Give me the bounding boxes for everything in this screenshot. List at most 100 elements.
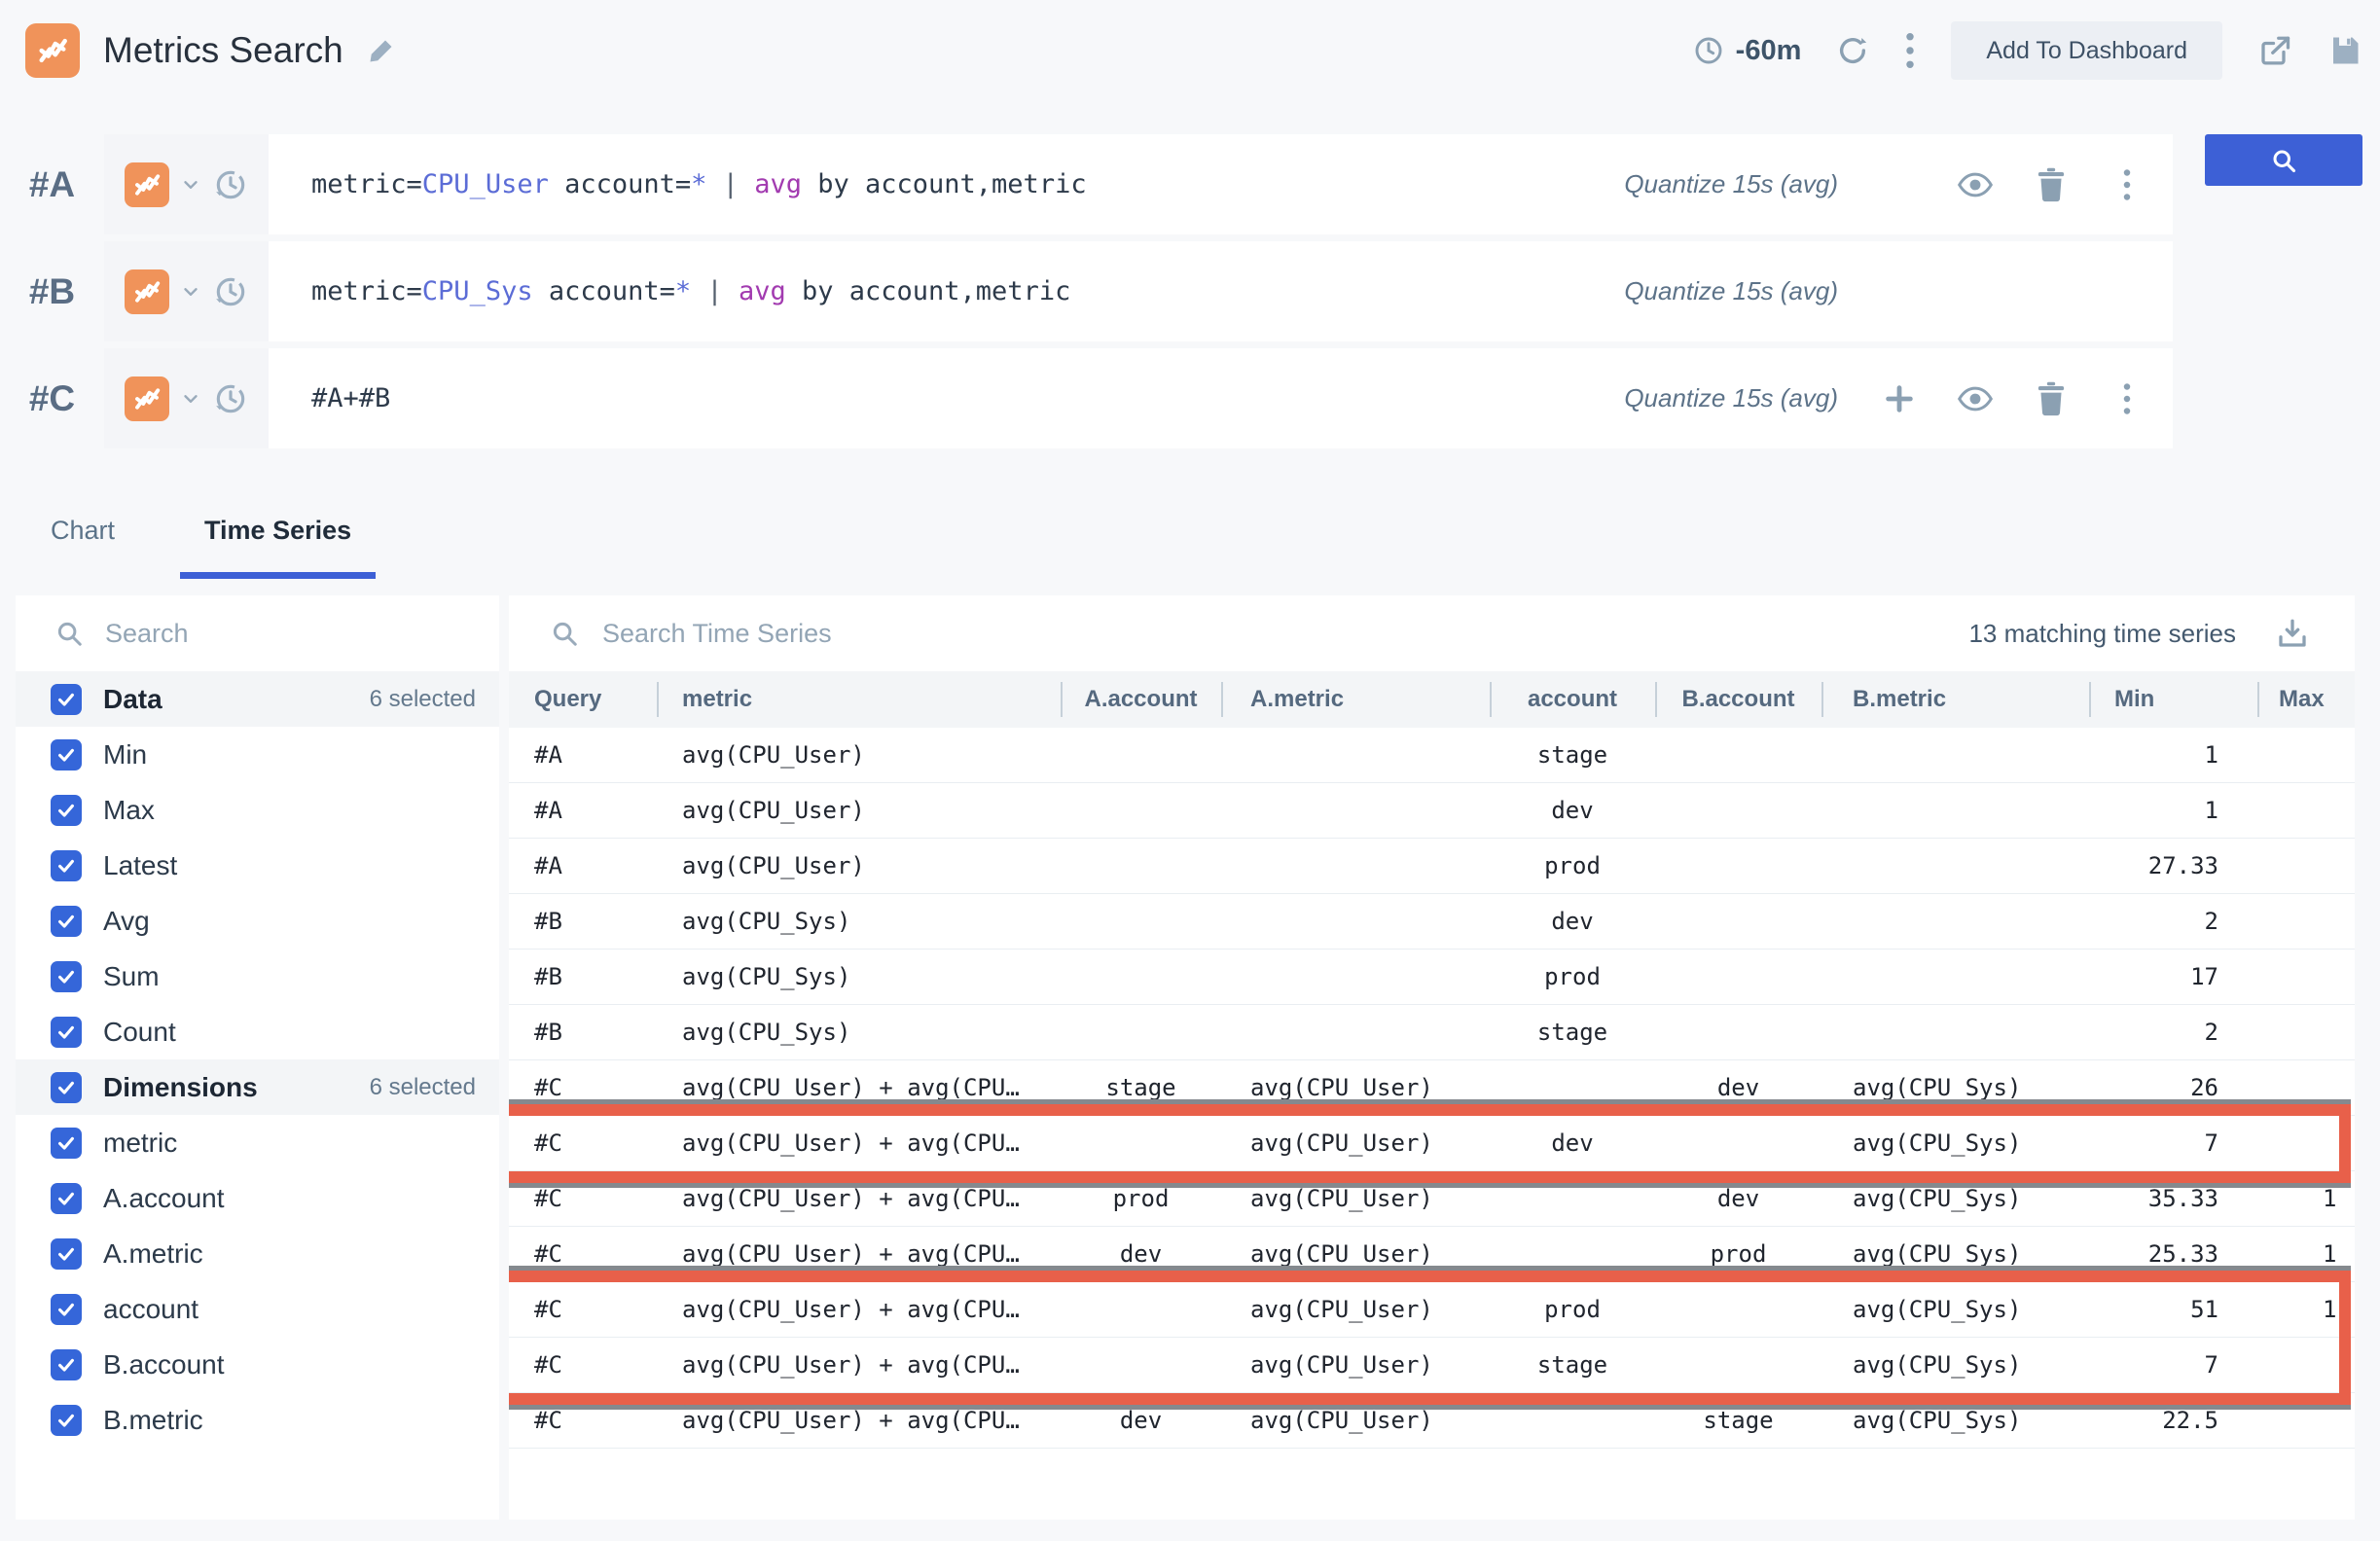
- column-header-a-account[interactable]: A.account: [1061, 671, 1221, 728]
- table-row[interactable]: #Aavg(CPU_User)prod27.33: [509, 839, 2355, 894]
- metrics-query-type-icon[interactable]: [125, 162, 169, 207]
- quantize-history-icon[interactable]: [212, 166, 249, 203]
- quantize-setting[interactable]: Quantize 15s (avg): [1624, 383, 1838, 413]
- table-cell: avg(CPU_User) + avg(CPU…: [657, 1351, 1061, 1379]
- refresh-icon[interactable]: [1836, 34, 1869, 67]
- table-cell: avg(CPU_User) + avg(CPU…: [657, 1407, 1061, 1434]
- table-row[interactable]: #Cavg(CPU_User) + avg(CPU…prodavg(CPU_Us…: [509, 1171, 2355, 1227]
- share-icon[interactable]: [2257, 33, 2292, 68]
- sidebar-item-account[interactable]: account: [16, 1281, 499, 1337]
- sidebar-item-b-account[interactable]: B.account: [16, 1337, 499, 1392]
- sidebar-sections: Data6 selectedMinMaxLatestAvgSumCountDim…: [16, 671, 499, 1448]
- table-row[interactable]: #Bavg(CPU_Sys)dev2: [509, 894, 2355, 950]
- checkbox-checked[interactable]: [51, 906, 82, 937]
- checkbox-checked[interactable]: [51, 961, 82, 992]
- checkbox-checked[interactable]: [51, 739, 82, 770]
- download-icon[interactable]: [2275, 616, 2310, 651]
- chevron-down-icon[interactable]: [180, 388, 201, 410]
- checkbox-checked[interactable]: [51, 1128, 82, 1159]
- checkbox-checked[interactable]: [51, 1294, 82, 1325]
- add-to-dashboard-button[interactable]: Add To Dashboard: [1951, 21, 2222, 80]
- table-cell: avg(CPU_Sys): [1821, 1185, 2089, 1212]
- table-row[interactable]: #Cavg(CPU_User) + avg(CPU…devavg(CPU_Use…: [509, 1393, 2355, 1449]
- table-cell: avg(CPU_User): [1221, 1240, 1490, 1268]
- query-expression[interactable]: metric=CPU_User account=* | avg by accou…: [311, 169, 1624, 199]
- quantize-history-icon[interactable]: [212, 273, 249, 310]
- checkbox-checked[interactable]: [51, 850, 82, 881]
- column-header-b-metric[interactable]: B.metric: [1821, 671, 2089, 728]
- run-search-button[interactable]: [2205, 134, 2362, 186]
- time-range-picker[interactable]: -60m: [1693, 35, 1802, 67]
- sidebar-item-count[interactable]: Count: [16, 1004, 499, 1059]
- chevron-down-icon[interactable]: [180, 174, 201, 196]
- kebab-icon[interactable]: [2109, 380, 2146, 417]
- eye-icon[interactable]: [1957, 166, 1994, 203]
- sidebar-section-header: Data6 selected: [16, 671, 499, 727]
- sidebar-search-input[interactable]: [105, 619, 426, 649]
- table-row[interactable]: #Cavg(CPU_User) + avg(CPU…avg(CPU_User)s…: [509, 1338, 2355, 1393]
- save-icon[interactable]: [2327, 33, 2362, 68]
- table-cell: stage: [1655, 1407, 1821, 1434]
- tab-time-series[interactable]: Time Series: [204, 516, 351, 579]
- sidebar-item-sum[interactable]: Sum: [16, 949, 499, 1004]
- chevron-down-icon[interactable]: [180, 281, 201, 303]
- checkbox-checked[interactable]: [51, 1017, 82, 1048]
- clock-icon: [1693, 35, 1724, 66]
- query-expression[interactable]: metric=CPU_Sys account=* | avg by accoun…: [311, 276, 1624, 306]
- table-row[interactable]: #Cavg(CPU_User) + avg(CPU…avg(CPU_User)d…: [509, 1116, 2355, 1171]
- table-row[interactable]: #Cavg(CPU_User) + avg(CPU…devavg(CPU_Use…: [509, 1227, 2355, 1282]
- sidebar-item-a-account[interactable]: A.account: [16, 1170, 499, 1226]
- query-segment: CPU_Sys: [422, 276, 533, 306]
- sidebar-item-metric[interactable]: metric: [16, 1115, 499, 1170]
- kebab-icon[interactable]: [2109, 166, 2146, 203]
- checkbox-checked[interactable]: [51, 1238, 82, 1270]
- column-header-query[interactable]: Query: [509, 671, 657, 728]
- sidebar-item-avg[interactable]: Avg: [16, 893, 499, 949]
- plus-icon[interactable]: [1881, 380, 1918, 417]
- table-cell: #C: [509, 1351, 657, 1379]
- trash-icon[interactable]: [2033, 166, 2070, 203]
- table-row[interactable]: #Bavg(CPU_Sys)prod17: [509, 950, 2355, 1005]
- kebab-menu-icon[interactable]: [1904, 31, 1916, 70]
- tab-chart[interactable]: Chart: [51, 516, 115, 579]
- column-header-min[interactable]: Min: [2089, 671, 2257, 728]
- time-series-search-input[interactable]: [602, 619, 1945, 649]
- table-row[interactable]: #Aavg(CPU_User)dev1: [509, 783, 2355, 839]
- sidebar-item-label: A.account: [103, 1183, 225, 1214]
- query-segment: metric=: [311, 169, 422, 199]
- table-row[interactable]: #Cavg(CPU_User) + avg(CPU…stageavg(CPU_U…: [509, 1060, 2355, 1116]
- checkbox-checked[interactable]: [51, 1405, 82, 1436]
- checkbox-checked[interactable]: [51, 795, 82, 826]
- column-header-account[interactable]: account: [1490, 671, 1655, 728]
- edit-pencil-icon[interactable]: [367, 36, 396, 65]
- sidebar-item-latest[interactable]: Latest: [16, 838, 499, 893]
- sidebar-item-a-metric[interactable]: A.metric: [16, 1226, 499, 1281]
- sidebar-item-b-metric[interactable]: B.metric: [16, 1392, 499, 1448]
- quantize-setting[interactable]: Quantize 15s (avg): [1624, 169, 1838, 199]
- table-cell: avg(CPU_Sys): [657, 963, 1061, 990]
- column-header-a-metric[interactable]: A.metric: [1221, 671, 1490, 728]
- eye-icon[interactable]: [1957, 380, 1994, 417]
- metrics-query-type-icon[interactable]: [125, 269, 169, 314]
- table-row[interactable]: #Aavg(CPU_User)stage1: [509, 728, 2355, 783]
- table-row[interactable]: #Cavg(CPU_User) + avg(CPU…avg(CPU_User)p…: [509, 1282, 2355, 1338]
- sidebar-item-label: Count: [103, 1017, 176, 1048]
- column-header-metric[interactable]: metric: [657, 671, 1061, 728]
- column-header-max[interactable]: Max: [2257, 671, 2355, 728]
- quantize-setting[interactable]: Quantize 15s (avg): [1624, 276, 1838, 306]
- sidebar-item-label: metric: [103, 1128, 177, 1159]
- trash-icon[interactable]: [2033, 380, 2070, 417]
- quantize-history-icon[interactable]: [212, 380, 249, 417]
- checkbox-checked[interactable]: [51, 684, 82, 715]
- checkbox-checked[interactable]: [51, 1349, 82, 1380]
- column-header-b-account[interactable]: B.account: [1655, 671, 1821, 728]
- table-row[interactable]: #Bavg(CPU_Sys)stage2: [509, 1005, 2355, 1060]
- sidebar-item-max[interactable]: Max: [16, 782, 499, 838]
- query-expression[interactable]: #A+#B: [311, 383, 1624, 413]
- checkbox-checked[interactable]: [51, 1183, 82, 1214]
- sidebar-item-min[interactable]: Min: [16, 727, 499, 782]
- metrics-query-type-icon[interactable]: [125, 376, 169, 421]
- table-cell: avg(CPU_Sys): [657, 908, 1061, 935]
- checkbox-checked[interactable]: [51, 1072, 82, 1103]
- time-series-panel: 13 matching time series QuerymetricA.acc…: [509, 595, 2355, 1520]
